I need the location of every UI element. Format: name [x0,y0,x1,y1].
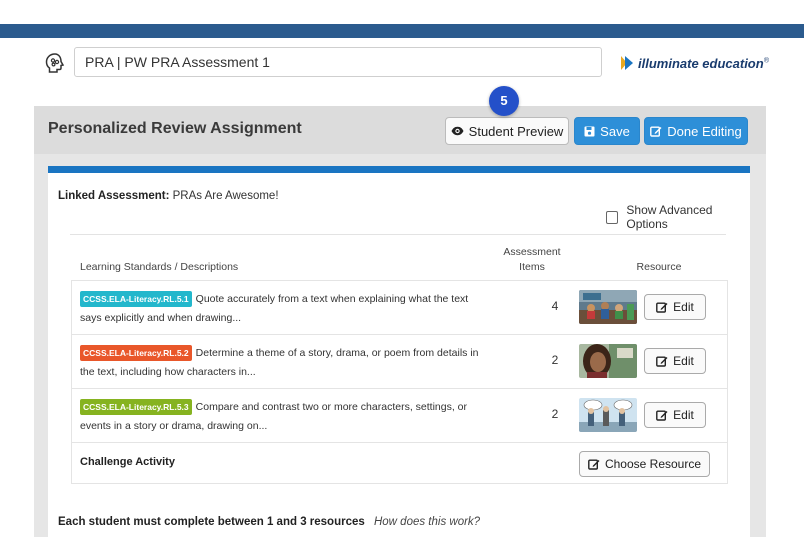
edit-label: Edit [673,408,694,422]
teacher-video-thumbnail-icon [579,344,637,378]
divider [70,234,726,235]
standard-tag[interactable]: CCSS.ELA-Literacy.RL.5.1 [80,291,192,307]
review-assignment-panel: Personalized Review Assignment Student P… [34,106,766,537]
card-accent-bar [48,166,750,173]
eye-icon [451,126,464,136]
resource-thumbnail[interactable] [579,290,637,324]
column-header-items-line2: Items [519,261,545,273]
comic-video-thumbnail-icon [579,398,637,432]
edit-square-icon [588,458,600,470]
standard-description: CCSS.ELA-Literacy.RL.5.1 Quote accurately… [80,290,490,328]
linked-assessment: Linked Assessment: PRAs Are Awesome! [58,190,279,202]
standard-row: CCSS.ELA-Literacy.RL.5.1 Quote accurately… [71,280,728,334]
classroom-video-thumbnail-icon [579,290,637,324]
challenge-activity-row: Challenge Activity Choose Resource [71,442,728,484]
save-button[interactable]: Save [574,117,640,145]
edit-resource-button[interactable]: Edit [644,348,706,374]
floppy-disk-icon [584,126,595,137]
resource-thumbnail[interactable] [579,344,637,378]
title-row: illuminate education® [0,38,804,106]
brand-registered-mark: ® [763,57,769,65]
student-preview-label: Student Preview [468,123,564,139]
brain-head-icon [45,53,65,73]
brand-name: illuminate education [638,55,764,71]
illuminate-logo-icon [621,56,633,70]
assignment-card: Linked Assessment: PRAs Are Awesome! Sho… [48,166,750,537]
standard-row: CCSS.ELA-Literacy.RL.5.3 Compare and cont… [71,388,728,442]
resource-requirement-note: Each student must complete between 1 and… [58,516,480,528]
standard-tag[interactable]: CCSS.ELA-Literacy.RL.5.2 [80,345,192,361]
column-header-items-line1: Assessment [503,246,561,258]
advanced-options-label: Show Advanced Options [626,203,713,231]
requirement-text: Each student must complete between 1 and… [58,516,365,528]
done-editing-button[interactable]: Done Editing [644,117,748,145]
edit-square-icon [656,301,668,313]
assessment-title-input[interactable] [74,47,602,77]
save-label: Save [600,123,630,139]
how-does-this-work-link[interactable]: How does this work? [374,516,480,528]
edit-square-icon [656,409,668,421]
standard-tag[interactable]: CCSS.ELA-Literacy.RL.5.3 [80,399,192,415]
edit-square-icon [656,355,668,367]
column-header-assessment-items: Assessment Items [492,245,572,275]
column-header-resource: Resource [636,261,682,273]
linked-assessment-label: Linked Assessment: [58,190,170,202]
advanced-options-checkbox[interactable] [606,210,619,224]
linked-assessment-value: PRAs Are Awesome! [172,190,279,202]
column-header-standards: Learning Standards / Descriptions [80,261,239,273]
resource-thumbnail[interactable] [579,398,637,432]
panel-header: Personalized Review Assignment Student P… [34,106,766,154]
step-badge: 5 [489,86,519,116]
edit-resource-button[interactable]: Edit [644,294,706,320]
top-stripe [0,24,804,38]
edit-resource-button[interactable]: Edit [644,402,706,428]
edit-label: Edit [673,300,694,314]
challenge-activity-label: Challenge Activity [80,456,175,468]
standard-description: CCSS.ELA-Literacy.RL.5.3 Compare and cont… [80,398,490,436]
edit-label: Edit [673,354,694,368]
choose-resource-label: Choose Resource [604,457,702,471]
brand-logo: illuminate education® [620,52,769,74]
done-editing-label: Done Editing [667,123,742,139]
choose-resource-button[interactable]: Choose Resource [579,451,710,477]
standard-row: CCSS.ELA-Literacy.RL.5.2 Determine a them… [71,334,728,388]
edit-square-icon [650,125,662,137]
student-preview-button[interactable]: Student Preview [445,117,569,145]
standard-description: CCSS.ELA-Literacy.RL.5.2 Determine a them… [80,344,490,382]
top-nav-bar [0,0,804,38]
page-title: Personalized Review Assignment [48,120,302,137]
show-advanced-options-toggle[interactable]: Show Advanced Options [606,203,750,231]
